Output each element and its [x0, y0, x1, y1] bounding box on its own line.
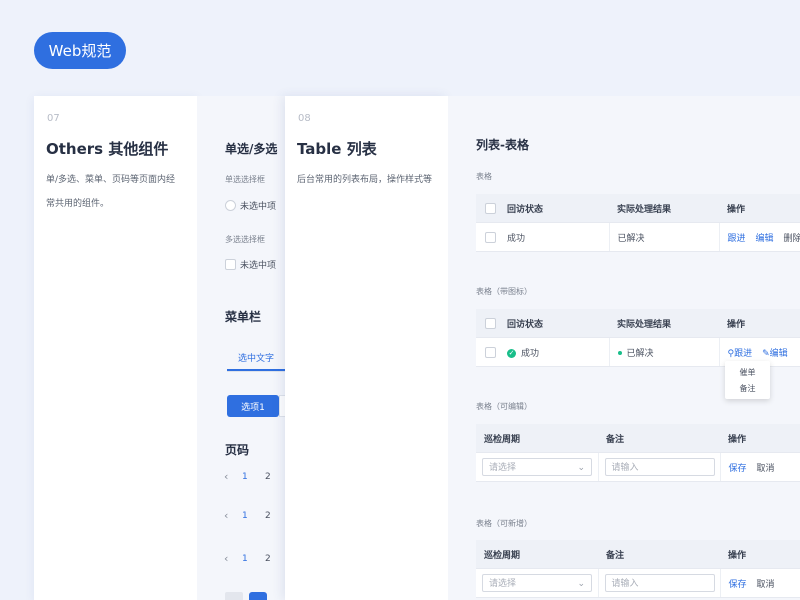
row-checkbox[interactable] [485, 231, 496, 243]
period-cell: 请选择 ⌄ [476, 568, 599, 598]
column-header: 回访状态 [499, 194, 609, 223]
period-cell: 请选择 ⌄ [476, 452, 599, 482]
status-text: 成功 [521, 348, 540, 359]
table-card: 08 Table 列表 后台常用的列表布局，操作样式等 [285, 96, 448, 600]
edit-icon: ✎ [762, 348, 770, 359]
note-cell: 请输入 [598, 452, 721, 482]
table-label: 表格（可新增） [476, 519, 532, 528]
checkbox-option-label: 未选中项 [240, 261, 277, 271]
option-button[interactable]: 选项1 [227, 395, 279, 417]
status-dot-icon [617, 351, 622, 355]
page-2[interactable]: 2 [265, 511, 271, 521]
dropdown-item-note[interactable]: 备注 [725, 380, 770, 396]
table-row: 请选择 ⌄ 请输入 保存 取消 [476, 452, 800, 482]
page-2[interactable]: 2 [265, 472, 271, 482]
table-label: 表格（带图标） [476, 287, 532, 296]
menu-title: 菜单栏 [225, 310, 262, 324]
column-header: 备注 [598, 424, 720, 453]
card-description: 单/多选、菜单、页码等页面内经 常共用的组件。 [46, 175, 176, 209]
actions-cell: 保存 取消 [720, 568, 800, 598]
table-header-row: 巡检周期 备注 操作 [476, 424, 800, 453]
card-description: 后台常用的列表布局，操作样式等 [297, 175, 433, 185]
table-preview-panel: 列表-表格 表格 回访状态 实际处理结果 操作 成功 已解决 跟进 编辑 删除 表格… [448, 96, 800, 600]
card-title: Table 列表 [297, 140, 377, 158]
actions-cell: 跟进 编辑 删除 [719, 222, 800, 252]
editable-table: 巡检周期 备注 操作 请选择 ⌄ 请输入 保存 取消 [476, 424, 800, 482]
note-input[interactable]: 请输入 [604, 574, 715, 592]
cancel-link[interactable]: 取消 [757, 580, 775, 590]
result-text: 已解决 [626, 348, 654, 359]
chevron-down-icon: ⌄ [577, 579, 585, 589]
success-check-icon: ✓ [507, 348, 516, 358]
row-checkbox[interactable] [485, 346, 496, 358]
page-2[interactable]: 2 [265, 554, 271, 564]
page-1[interactable]: 1 [242, 511, 248, 521]
pagination-title: 页码 [225, 443, 250, 457]
table-header-row: 回访状态 实际处理结果 操作 [476, 194, 800, 223]
follow-up-dropdown: 催单 备注 [725, 361, 770, 399]
card-title: Others 其他组件 [46, 140, 169, 158]
web-spec-badge: Web规范 [34, 32, 126, 69]
card-number: 07 [47, 113, 60, 124]
page-1[interactable]: 1 [242, 554, 248, 564]
follow-up-link[interactable]: ⚲跟进 [728, 349, 753, 359]
result-cell: 已解决 [609, 337, 720, 367]
status-cell: 成功 [499, 222, 610, 252]
column-header: 操作 [719, 309, 800, 338]
addable-table: 巡检周期 备注 操作 请选择 ⌄ 请输入 保存 取消 [476, 540, 800, 598]
table-row: 成功 已解决 跟进 编辑 删除 [476, 222, 800, 252]
basic-table: 回访状态 实际处理结果 操作 成功 已解决 跟进 编辑 删除 [476, 194, 800, 252]
table-label: 表格（可编辑） [476, 402, 532, 411]
result-cell: 已解决 [609, 222, 720, 252]
radio-checkbox-title: 单选/多选 [225, 142, 278, 156]
note-cell: 请输入 [598, 568, 721, 598]
chevron-left-icon[interactable]: ‹ [224, 552, 228, 565]
table-header-row: 巡检周期 备注 操作 [476, 540, 800, 569]
select-all-checkbox[interactable] [485, 317, 496, 329]
period-select[interactable]: 请选择 ⌄ [482, 458, 592, 476]
icon-table: 回访状态 实际处理结果 操作 ✓ 成功 已解决 ⚲跟进 ✎编辑 [476, 309, 800, 367]
table-row: 请选择 ⌄ 请输入 保存 取消 [476, 568, 800, 598]
actions-cell: 保存 取消 [720, 452, 800, 482]
card-number: 08 [298, 113, 311, 124]
column-header: 回访状态 [499, 309, 609, 338]
status-cell: ✓ 成功 [499, 337, 610, 367]
table-header-row: 回访状态 实际处理结果 操作 [476, 309, 800, 338]
checkbox-group-label: 多选选择框 [225, 235, 265, 244]
chevron-down-icon: ⌄ [577, 463, 585, 473]
checkbox[interactable] [225, 259, 236, 270]
column-header: 实际处理结果 [609, 309, 719, 338]
edit-link[interactable]: 编辑 [756, 234, 774, 244]
column-header: 巡检周期 [476, 424, 598, 453]
page-1[interactable]: 1 [242, 472, 248, 482]
delete-link[interactable]: 删除 [784, 234, 800, 244]
table-label: 表格 [476, 172, 492, 181]
column-header: 操作 [720, 540, 800, 569]
page-prev-box[interactable] [225, 592, 243, 600]
chevron-left-icon[interactable]: ‹ [224, 470, 228, 483]
note-input[interactable]: 请输入 [604, 458, 715, 476]
follow-up-link[interactable]: 跟进 [728, 234, 746, 244]
column-header: 操作 [720, 424, 800, 453]
radio-button[interactable] [225, 200, 236, 211]
menu-tab-active[interactable]: 选中文字 [227, 346, 285, 371]
dropdown-item-urge[interactable]: 催单 [725, 364, 770, 380]
select-all-checkbox[interactable] [485, 202, 496, 214]
chevron-left-icon[interactable]: ‹ [224, 509, 228, 522]
cancel-link[interactable]: 取消 [757, 464, 775, 474]
radio-group-label: 单选选择框 [225, 175, 265, 184]
radio-option-label: 未选中项 [240, 202, 277, 212]
others-card: 07 Others 其他组件 单/多选、菜单、页码等页面内经 常共用的组件。 [34, 96, 197, 600]
period-select[interactable]: 请选择 ⌄ [482, 574, 592, 592]
column-header: 实际处理结果 [609, 194, 719, 223]
column-header: 巡检周期 [476, 540, 598, 569]
list-table-title: 列表-表格 [476, 138, 529, 152]
edit-link[interactable]: ✎编辑 [762, 349, 788, 359]
save-link[interactable]: 保存 [729, 580, 747, 590]
column-header: 备注 [598, 540, 720, 569]
others-preview-panel: 单选/多选 单选选择框 未选中项 多选选择框 未选中项 菜单栏 选中文字 选项1… [197, 96, 292, 600]
page-current-box[interactable] [249, 592, 267, 600]
save-link[interactable]: 保存 [729, 464, 747, 474]
column-header: 操作 [719, 194, 800, 223]
